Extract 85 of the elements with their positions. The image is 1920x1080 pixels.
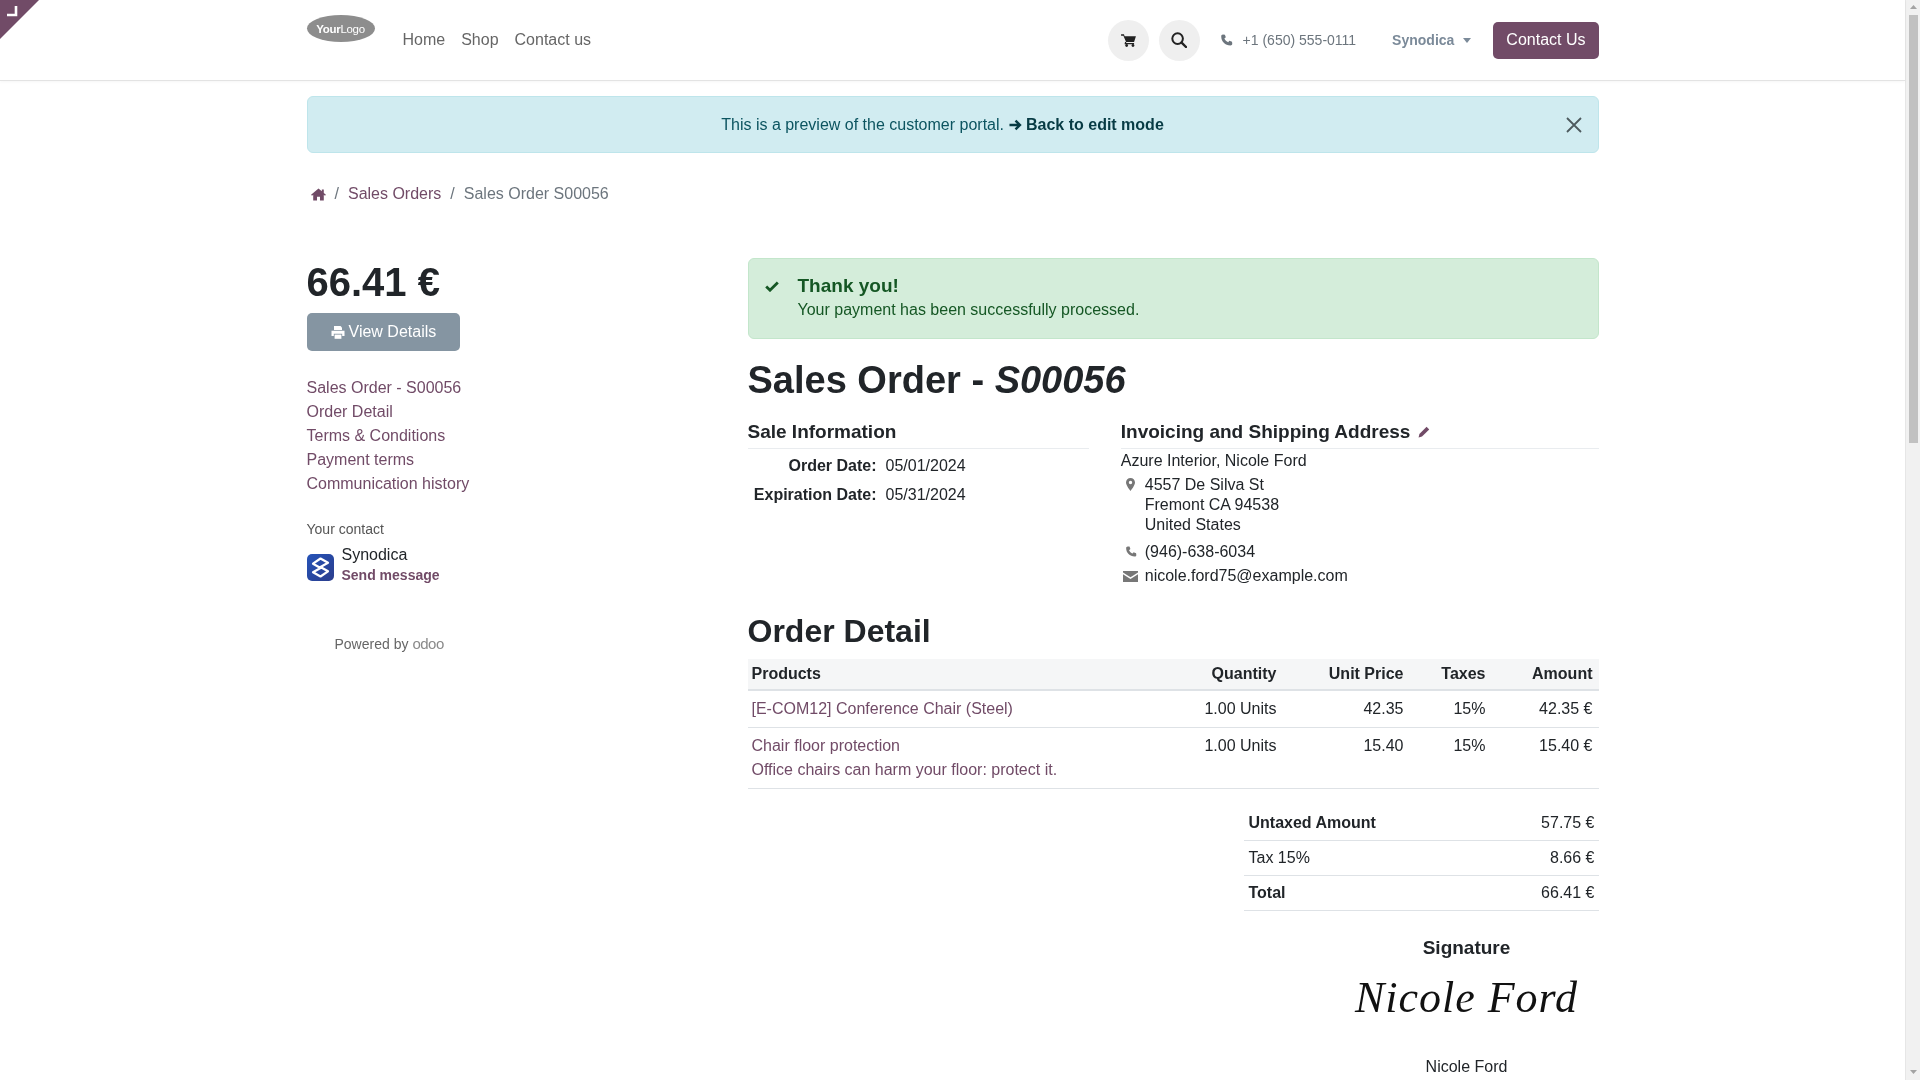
customer-phone: (946)-638-6034 [1144,542,1256,562]
company-menu[interactable]: Synodica [1392,30,1472,50]
sidebar-link[interactable]: Terms & Conditions [306,424,446,448]
order-total: 66.41 € [306,259,440,306]
breadcrumb-current: Sales Order S00056 [463,185,609,203]
field-value: 05/01/2024 [885,456,966,476]
contact-name: Synodica [341,545,408,565]
cart-button[interactable] [1107,19,1149,61]
column-header: Quantity [1152,659,1283,690]
send-message-link[interactable]: Send message [341,565,440,585]
contact-us-button[interactable]: Contact Us [1493,21,1599,59]
check-icon [764,281,779,292]
sidebar-link[interactable]: Payment terms [306,448,415,472]
phone-icon [1124,546,1137,558]
table-cell: 42.35 [1282,690,1410,728]
contact-avatar-icon [306,554,334,581]
total-value: 66.41 € [1487,875,1599,911]
field-label: Order Date: [787,456,877,476]
arrow-up-icon [1909,5,1917,9]
total-value: 57.75 € [1487,806,1599,841]
total-label: Untaxed Amount [1243,806,1488,841]
search-button[interactable] [1158,19,1200,61]
home-link[interactable] [310,187,326,201]
scrollbar-thumb[interactable] [1908,15,1918,443]
table-cell: 15% [1409,727,1492,789]
corner-toggle-icon[interactable] [0,0,39,39]
signature-handwriting: Nicole Ford [1354,972,1579,1024]
product-link[interactable]: [E-COM12] Conference Chair (Steel) [751,697,1013,721]
total-label: Tax 15% [1243,840,1488,876]
table-cell: 1.00 Units [1152,690,1283,728]
nav-link[interactable]: Shop [453,28,507,52]
scrollbar[interactable] [1905,0,1920,1080]
section-heading: Invoicing and Shipping Address [1120,420,1411,444]
signer-name: Nicole Ford [1425,1057,1508,1077]
nav-link[interactable]: Contact us [506,28,600,52]
brand-wordmark[interactable]: odoo [412,635,444,653]
arrow-right-icon [1009,118,1022,131]
column-header: Products [747,659,1153,690]
breadcrumb-link[interactable]: Sales Orders [347,185,442,203]
customer-name: Azure Interior, Nicole Ford [1120,451,1307,471]
field-value: 05/31/2024 [885,485,966,505]
cart-icon [1120,33,1136,47]
table-cell: 15.40 [1282,727,1410,789]
customer-email: nicole.ford75@example.com [1144,566,1348,586]
table-cell: 15.40 € [1491,727,1599,789]
search-icon [1171,32,1188,48]
total-value: 8.66 € [1487,840,1599,876]
close-icon [1565,116,1582,133]
sidebar-link[interactable]: Order Detail [306,400,393,424]
field-label: Expiration Date: [752,485,877,505]
phone-link[interactable]: +1 (650) 555-0111 [1242,31,1357,49]
phone-icon [1219,33,1233,47]
printer-icon [330,325,345,339]
caret-icon [1463,37,1472,43]
table-cell: 42.35 € [1491,690,1599,728]
contact-heading: Your contact [306,520,384,538]
product-link[interactable]: Chair floor protection Office chairs can harm your floor: protect it. [751,734,1058,782]
breadcrumb-separator: / [334,185,339,203]
address-line: United States [1144,515,1241,535]
section-title: Order Detail [747,612,931,651]
alert-message: Your payment has been successfully processed. [797,300,1140,320]
location-pin-icon [1126,478,1136,491]
pencil-icon[interactable] [1418,426,1431,438]
section-heading: Sale Information [747,420,897,444]
column-header: Amount [1491,659,1599,690]
preview-notice-text: This is a preview of the customer portal. Back to edit mode [720,114,1165,135]
total-label: Total [1243,875,1488,911]
alert-title: Thank you! [797,274,899,298]
column-header: Taxes [1409,659,1492,690]
table-cell: 1.00 Units [1152,727,1283,789]
address-line: 4557 De Silva St [1144,475,1264,495]
breadcrumb-separator: / [450,185,455,203]
table-cell: 15% [1409,690,1492,728]
envelope-icon [1123,570,1139,582]
sidebar-link[interactable]: Communication history [306,472,470,496]
signature-heading: Signature [1422,936,1511,960]
edit-mode-link[interactable]: Back to edit mode [1009,115,1164,133]
order-title: Sales Order - S00056 [747,358,1126,403]
sidebar-link[interactable]: Sales Order - S00056 [306,376,462,400]
powered-by-label: Powered by [334,635,409,653]
nav-link[interactable]: Home [394,28,454,52]
arrow-down-icon [1909,1070,1917,1074]
address-line: Fremont CA 94538 [1144,495,1280,515]
column-header: Unit Price [1282,659,1410,690]
home-icon [310,187,326,201]
